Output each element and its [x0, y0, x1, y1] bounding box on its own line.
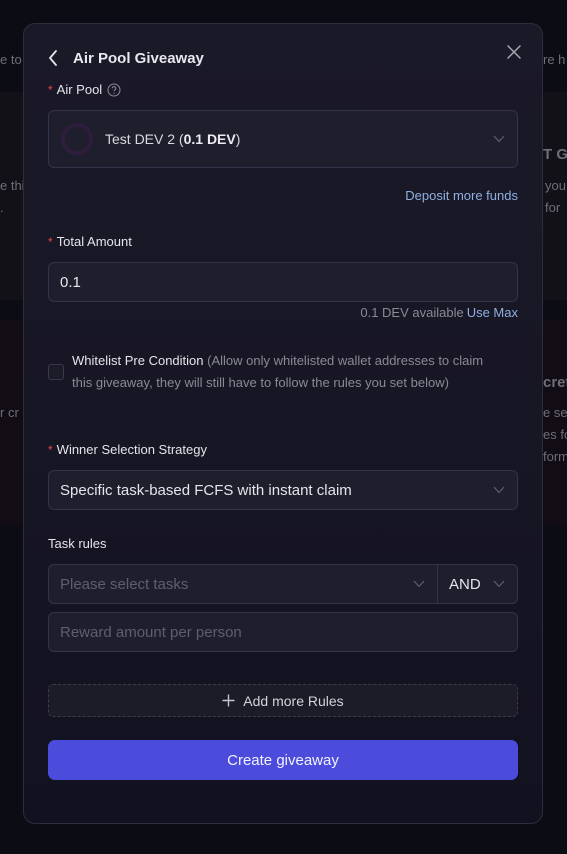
giveaway-modal: Air Pool Giveaway * Air Pool Test DEV 2 …: [23, 23, 543, 824]
whitelist-text: Whitelist Pre Condition (Allow only whit…: [72, 350, 488, 394]
background-text: you: [545, 178, 566, 193]
add-more-rules-button[interactable]: Add more Rules: [48, 684, 518, 717]
chevron-down-icon: [493, 481, 505, 499]
total-amount-input[interactable]: [49, 273, 517, 291]
help-icon[interactable]: [107, 83, 121, 97]
chevron-down-icon: [413, 575, 425, 593]
whitelist-checkbox[interactable]: [48, 364, 64, 380]
background-text: cret: [543, 374, 567, 391]
strategy-selected: Specific task-based FCFS with instant cl…: [60, 481, 352, 499]
create-giveaway-button[interactable]: Create giveaway: [48, 740, 518, 780]
operator-select[interactable]: AND: [438, 565, 517, 603]
chevron-down-icon: [493, 130, 505, 148]
total-amount-label-text: Total Amount: [56, 234, 132, 249]
available-balance-row: 0.1 DEV available Use Max: [360, 305, 518, 320]
whitelist-row: Whitelist Pre Condition (Allow only whit…: [48, 350, 488, 394]
reward-amount-field[interactable]: [48, 612, 518, 652]
background-text: e to: [0, 52, 22, 67]
close-icon[interactable]: [506, 44, 522, 60]
available-balance: 0.1 DEV available: [360, 305, 464, 320]
strategy-label: * Winner Selection Strategy: [48, 442, 207, 457]
background-text: for: [545, 200, 561, 215]
required-asterisk: *: [48, 442, 53, 457]
required-asterisk: *: [48, 82, 53, 97]
whitelist-label: Whitelist Pre Condition: [72, 353, 204, 368]
air-pool-selected: Test DEV 2 (0.1 DEV): [105, 131, 241, 147]
total-amount-label: * Total Amount: [48, 234, 132, 249]
reward-amount-input[interactable]: [49, 623, 517, 641]
task-rule-row: Please select tasks AND: [48, 564, 518, 604]
air-pool-select[interactable]: Test DEV 2 (0.1 DEV): [48, 110, 518, 168]
task-rules-label: Task rules: [48, 536, 107, 551]
use-max-link[interactable]: Use Max: [467, 305, 518, 320]
background-text: r cr: [0, 405, 19, 420]
background-text: form: [543, 449, 567, 464]
background-text: e sec: [543, 405, 567, 420]
strategy-label-text: Winner Selection Strategy: [56, 442, 207, 457]
back-arrow-icon[interactable]: [48, 48, 64, 68]
operator-value: AND: [449, 575, 481, 593]
tasks-placeholder: Please select tasks: [60, 575, 189, 593]
tasks-select[interactable]: Please select tasks: [49, 565, 438, 603]
total-amount-field[interactable]: [48, 262, 518, 302]
add-more-rules-label: Add more Rules: [243, 692, 344, 709]
deposit-more-funds-link[interactable]: Deposit more funds: [405, 188, 518, 203]
required-asterisk: *: [48, 234, 53, 249]
chevron-down-icon: [493, 575, 505, 593]
air-pool-label-text: Air Pool: [56, 82, 103, 97]
background-text: es fo: [543, 427, 567, 442]
background-text: e thi: [0, 178, 25, 193]
winner-strategy-select[interactable]: Specific task-based FCFS with instant cl…: [48, 470, 518, 510]
task-rules-label-text: Task rules: [48, 536, 107, 551]
modal-title: Air Pool Giveaway: [73, 49, 204, 67]
pool-avatar: [61, 123, 93, 155]
modal-header: Air Pool Giveaway: [48, 48, 204, 68]
background-text: .: [0, 200, 4, 215]
plus-icon: [222, 694, 235, 707]
air-pool-label: * Air Pool: [48, 82, 121, 97]
background-text: re h: [543, 52, 566, 67]
background-text: T Gi: [543, 146, 567, 163]
